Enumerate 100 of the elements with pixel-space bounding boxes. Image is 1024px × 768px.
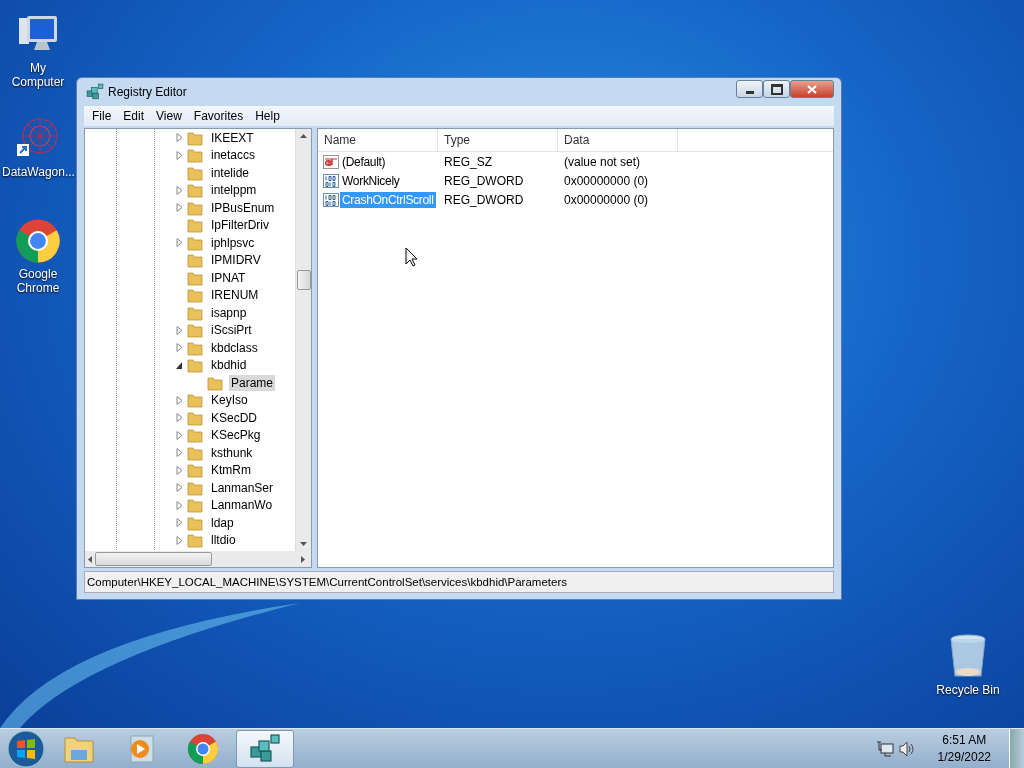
desktop-icon-label[interactable]: My Computer — [2, 61, 74, 89]
tree-item[interactable]: iScsiPrt — [209, 322, 254, 339]
menu-item[interactable]: View — [150, 109, 188, 123]
clock-date[interactable]: 1/29/2022 — [937, 748, 991, 766]
tree-item[interactable]: kbdclass — [209, 339, 260, 356]
collapse-arrow-icon[interactable] — [176, 360, 183, 370]
tree-item[interactable]: IpFilterDriv — [209, 217, 271, 234]
value-type: REG_SZ — [443, 154, 493, 169]
folder-icon — [187, 514, 203, 531]
folder-icon — [187, 129, 203, 146]
tree-item[interactable]: lltdio — [209, 532, 238, 549]
desktop-icon-label[interactable]: DataWagon... — [2, 165, 74, 179]
taskbar-button[interactable] — [236, 729, 294, 768]
value-data: (value not set) — [563, 154, 642, 169]
menu-item[interactable]: Edit — [117, 109, 151, 123]
close-button[interactable] — [790, 80, 834, 98]
value-data: 0x00000000 (0) — [563, 192, 650, 207]
chrome-icon — [15, 218, 61, 264]
folder-icon — [187, 252, 203, 269]
desktop-icon-label[interactable]: Google Chrome — [2, 267, 74, 295]
folder-icon — [187, 234, 203, 251]
tree-item[interactable]: KeyIso — [209, 392, 250, 409]
scroll-up-arrow-icon[interactable] — [300, 134, 307, 138]
folder-icon — [187, 322, 203, 339]
column-header[interactable]: Type — [438, 129, 558, 151]
tree-item[interactable]: kbdhid — [209, 357, 249, 374]
expand-arrow-icon[interactable] — [176, 483, 183, 493]
expand-arrow-icon[interactable] — [176, 150, 183, 160]
scroll-right-arrow-icon[interactable] — [301, 555, 305, 563]
speaker-icon[interactable] — [897, 740, 916, 757]
expand-arrow-icon[interactable] — [176, 395, 183, 405]
scrollbar-thumb[interactable] — [296, 270, 311, 290]
start-button[interactable] — [6, 728, 46, 768]
folder-icon — [187, 409, 203, 426]
folder-icon — [187, 217, 203, 234]
registry-cubes-icon — [249, 732, 281, 765]
tree-item[interactable]: ldap — [209, 514, 236, 531]
desktop-icon-label[interactable]: Recycle Bin — [936, 683, 1000, 697]
tree-item[interactable]: IKEEXT — [209, 129, 256, 146]
close-icon — [807, 84, 817, 94]
expand-arrow-icon[interactable] — [176, 500, 183, 510]
expand-arrow-icon[interactable] — [176, 465, 183, 475]
maximize-button[interactable] — [763, 80, 790, 98]
show-desktop-button[interactable] — [1009, 729, 1024, 768]
expand-arrow-icon[interactable] — [176, 238, 183, 248]
expand-arrow-icon[interactable] — [176, 535, 183, 545]
network-icon[interactable] — [875, 740, 894, 757]
vertical-scrollbar[interactable] — [295, 129, 311, 551]
menu-item[interactable]: Favorites — [187, 109, 250, 123]
media-player-icon — [127, 733, 155, 764]
tree-item[interactable]: intelide — [209, 164, 252, 181]
tree-item[interactable]: LanmanSer — [209, 479, 276, 496]
binary-value-icon — [323, 172, 339, 189]
maximize-icon — [770, 83, 783, 95]
column-header[interactable]: Name — [318, 129, 438, 151]
expand-arrow-icon[interactable] — [176, 448, 183, 458]
clock-time[interactable]: 6:51 AM — [942, 731, 987, 749]
folder-icon — [187, 479, 203, 496]
folder-icon — [187, 392, 203, 409]
scroll-left-arrow-icon[interactable] — [88, 555, 92, 563]
tree-item[interactable]: IPBusEnum — [209, 199, 277, 216]
minimize-button[interactable] — [736, 80, 763, 98]
recycle-bin-icon[interactable] — [948, 634, 988, 680]
folder-icon — [187, 304, 203, 321]
expand-arrow-icon[interactable] — [176, 413, 183, 423]
tree-item[interactable]: IRENUM — [209, 287, 261, 304]
tree-item[interactable]: KSecDD — [209, 409, 259, 426]
value-type: REG_DWORD — [443, 192, 525, 207]
tree-item[interactable]: intelppm — [209, 182, 259, 199]
tree-item[interactable]: inetaccs — [209, 147, 258, 164]
folder-icon — [187, 199, 203, 216]
expand-arrow-icon[interactable] — [176, 185, 183, 195]
expand-arrow-icon[interactable] — [176, 518, 183, 528]
scroll-down-arrow-icon[interactable] — [300, 542, 307, 546]
menu-item[interactable]: Help — [249, 109, 286, 123]
scrollbar-thumb[interactable] — [95, 552, 212, 566]
expand-arrow-icon[interactable] — [176, 430, 183, 440]
tree-item[interactable]: IPNAT — [209, 269, 248, 286]
expand-arrow-icon[interactable] — [176, 133, 183, 143]
tree-item[interactable]: LanmanWo — [209, 497, 275, 514]
folder-icon — [187, 269, 203, 286]
folder-icon — [187, 164, 203, 181]
column-header[interactable]: Data — [558, 129, 678, 151]
value-name[interactable]: WorkNicely — [340, 172, 402, 189]
tree-item[interactable]: IPMIDRV — [209, 252, 263, 269]
folder-icon — [187, 339, 203, 356]
expand-arrow-icon[interactable] — [176, 343, 183, 353]
tree-item[interactable]: ksthunk — [209, 444, 255, 461]
value-name[interactable]: (Default) — [340, 153, 388, 170]
tree-item[interactable]: KSecPkg — [209, 427, 263, 444]
menu-item[interactable]: File — [86, 109, 118, 123]
folder-icon — [187, 287, 203, 304]
tree-item[interactable]: isapnp — [209, 304, 249, 321]
tree-item[interactable]: KtmRm — [209, 462, 253, 479]
expand-arrow-icon[interactable] — [176, 203, 183, 213]
tree-item[interactable]: iphlpsvc — [209, 234, 257, 251]
horizontal-scrollbar[interactable] — [85, 551, 311, 567]
folder-icon — [187, 532, 203, 549]
expand-arrow-icon[interactable] — [176, 325, 183, 335]
tree-item[interactable]: Parame — [229, 374, 276, 391]
